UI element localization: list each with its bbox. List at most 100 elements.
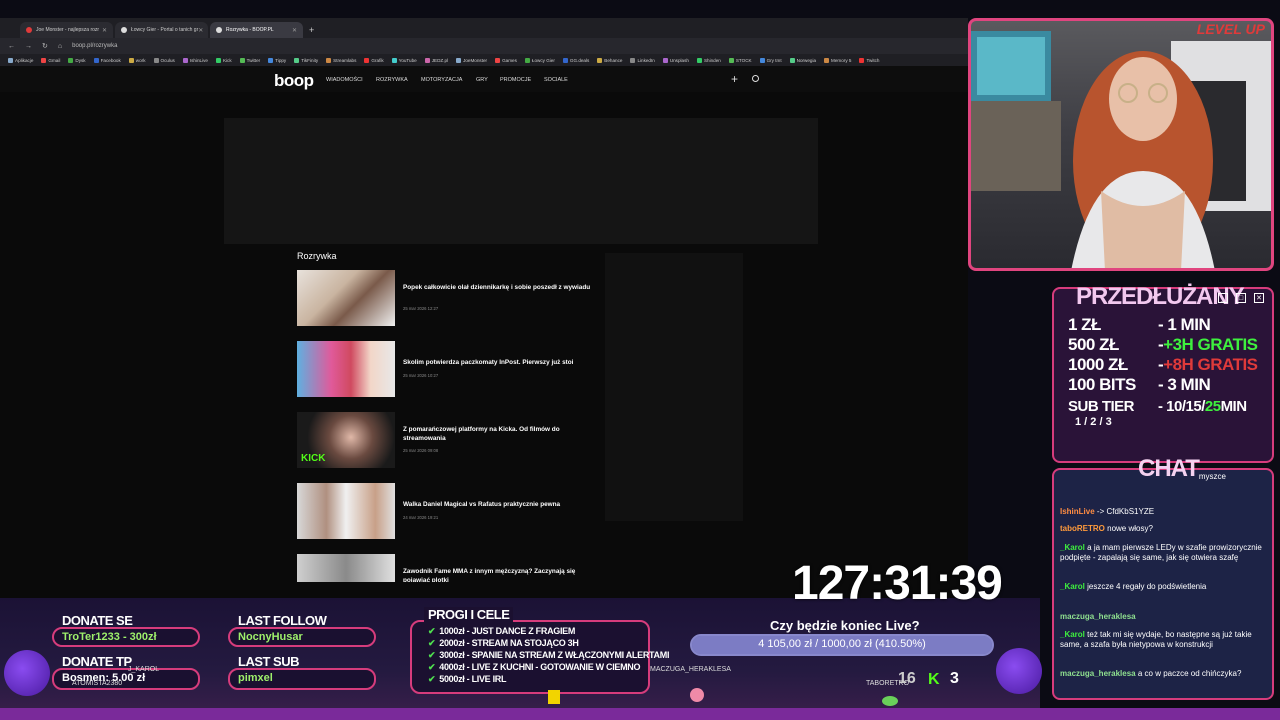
chat-message: myszce <box>1060 472 1266 482</box>
brand-logo: LEVEL UP <box>1196 21 1265 37</box>
bookmark-icon <box>597 57 603 63</box>
article-title[interactable]: Z pomarańczowej platformy na Kicka. Od f… <box>403 426 593 443</box>
tab-boop[interactable]: Rozrywka - BOOP.PL ✕ <box>210 22 303 38</box>
bookmark-item[interactable]: Games <box>495 57 517 63</box>
tab-joemonster[interactable]: Joe Monster - najlepsza rozr ✕ <box>20 22 113 38</box>
article-item[interactable]: KICK Z pomarańczowej platformy na Kicka.… <box>297 412 597 468</box>
article-title[interactable]: Walka Daniel Magical vs Rafatus praktycz… <box>403 501 593 510</box>
url-field[interactable]: boop.pl/rozrywka <box>72 43 117 49</box>
article-title[interactable]: Popek całkowicie olał dziennikarkę i sob… <box>403 284 593 293</box>
bookmark-item[interactable]: Behance <box>597 57 622 63</box>
bookmark-icon <box>424 57 430 63</box>
new-tab-button[interactable]: + <box>309 22 314 38</box>
bookmark-item[interactable]: Gmail <box>41 57 61 63</box>
bookmark-item[interactable]: Kick <box>215 57 232 63</box>
bookmark-item[interactable]: Memory 5 <box>824 57 851 63</box>
nav-promocje[interactable]: PROMOCJE <box>500 77 531 83</box>
webcam-image <box>971 31 1271 268</box>
bookmark-icon <box>128 57 134 63</box>
goal-progress-text: 4 105,00 zł / 1000,00 zł (410.50%) <box>758 638 926 650</box>
bookmark-item[interactable]: JEDZ.pl <box>424 57 449 63</box>
reload-icon[interactable]: ↻ <box>42 42 48 50</box>
extension-key: 1 ZŁ <box>1068 315 1101 334</box>
close-tab-icon[interactable]: ✕ <box>102 27 107 34</box>
extension-row: 100 BITS - 3 MIN <box>1068 375 1211 395</box>
bookmark-icon <box>696 57 702 63</box>
bookmark-icon <box>294 57 300 63</box>
chat-message: taboRETRO nowe włosy? <box>1060 524 1266 534</box>
article-title[interactable]: Zawodnik Fame MMA z innym mężczyzną? Zac… <box>403 568 593 582</box>
bookmark-item[interactable]: Streamlabs <box>326 57 357 63</box>
close-tab-icon[interactable]: ✕ <box>292 27 297 34</box>
extension-tail: MIN <box>1220 398 1248 415</box>
article-item[interactable]: Walka Daniel Magical vs Rafatus praktycz… <box>297 483 597 539</box>
bookmark-icon <box>8 57 13 63</box>
bookmark-label: Gmail <box>48 57 61 63</box>
bookmark-icon <box>495 57 501 63</box>
bookmark-item[interactable]: Facebook <box>93 57 121 63</box>
nav-rozrywka[interactable]: ROZRYWKA <box>376 77 408 83</box>
site-logo[interactable]: boop <box>274 71 314 91</box>
extension-bonus: +3H GRATIS <box>1163 335 1258 354</box>
chat-message: _Karol jeszcze 4 regały do podświetlenia <box>1060 582 1266 592</box>
donate-tp-label: DONATE TP <box>62 654 132 669</box>
bookmark-label: TikFinity <box>301 57 319 63</box>
bookmark-item[interactable]: Norwegia <box>789 57 816 63</box>
last-sub-value: pimxel <box>238 672 273 684</box>
article-thumbnail[interactable] <box>297 483 395 539</box>
bookmark-item[interactable]: IshinLive <box>182 57 208 63</box>
article-thumbnail[interactable]: KICK <box>297 412 395 468</box>
stream-timer: 127:31:39 <box>792 557 1003 610</box>
tab-lowcy-gier[interactable]: Łowcy Gier - Portal o tanich gr ✕ <box>115 22 208 38</box>
tab-label: Rozrywka - BOOP.PL <box>226 27 274 33</box>
bookmark-icon <box>524 57 530 63</box>
nav-wiadomosci[interactable]: WIADOMOŚCI <box>326 77 363 83</box>
chat-username: maczuga_heraklesa <box>1060 612 1136 621</box>
article-date: 25 mar 2026 09:08 <box>403 448 439 453</box>
bookmark-item[interactable]: Aplikacje <box>8 57 33 63</box>
close-tab-icon[interactable]: ✕ <box>198 27 203 34</box>
bookmark-item[interactable]: work <box>128 57 146 63</box>
bookmark-item[interactable]: Unsplash <box>662 57 689 63</box>
home-icon[interactable]: ⌂ <box>58 43 62 50</box>
article-thumbnail[interactable] <box>297 270 395 326</box>
bookmark-item[interactable]: YouTube <box>391 57 417 63</box>
article-item[interactable]: Popek całkowicie olał dziennikarkę i sob… <box>297 270 597 326</box>
nav-gry[interactable]: GRY <box>476 77 488 83</box>
bookmark-label: Kick <box>222 57 232 63</box>
bookmark-label: Streamlabs <box>333 57 357 63</box>
bookmark-item[interactable]: JoeMonster <box>456 57 487 63</box>
forward-icon[interactable]: → <box>25 43 32 50</box>
bookmark-label: Shinden <box>703 57 721 63</box>
nav-sociale[interactable]: SOCIALE <box>544 77 568 83</box>
bookmark-item[interactable]: Twitch <box>859 57 880 63</box>
bookmark-item[interactable]: LinkedIn <box>630 57 655 63</box>
bookmark-label: JEDZ.pl <box>431 57 449 63</box>
back-icon[interactable]: ← <box>8 43 15 50</box>
bookmark-item[interactable]: Oculus <box>153 57 175 63</box>
nav-motoryzacja[interactable]: MOTORYZACJA <box>421 77 462 83</box>
bookmark-label: Facebook <box>100 57 121 63</box>
extension-value: - 3 MIN <box>1158 375 1211 394</box>
bookmark-label: Games <box>502 57 517 63</box>
article-thumbnail[interactable] <box>297 341 395 397</box>
plus-icon[interactable]: + <box>731 72 738 86</box>
pixel-slime <box>882 696 898 706</box>
bookmark-item[interactable]: STOCK <box>728 57 752 63</box>
bookmark-item[interactable]: TikFinity <box>294 57 319 63</box>
article-thumbnail[interactable] <box>297 554 395 582</box>
bookmark-item[interactable]: GG.deals <box>562 57 589 63</box>
bookmark-item[interactable]: Gry tmt <box>759 57 782 63</box>
article-item[interactable]: Skolim potwierdza paczkomaty InPost. Pie… <box>297 341 597 397</box>
bookmark-item[interactable]: Łowcy Gier <box>524 57 555 63</box>
bookmark-item[interactable]: Tippy <box>268 57 286 63</box>
article-title[interactable]: Skolim potwierdza paczkomaty InPost. Pie… <box>403 359 593 368</box>
goal-question: Czy będzie koniec Live? <box>770 618 920 633</box>
bookmark-item[interactable]: Dysk <box>68 57 86 63</box>
bookmark-item[interactable]: Shinden <box>696 57 721 63</box>
bookmark-item[interactable]: Twitter <box>239 57 260 63</box>
bookmark-item[interactable]: Grafik <box>364 57 384 63</box>
bookmark-label: Twitch <box>866 57 880 63</box>
search-icon[interactable] <box>752 75 759 82</box>
article-item[interactable]: Zawodnik Fame MMA z innym mężczyzną? Zac… <box>297 554 597 582</box>
